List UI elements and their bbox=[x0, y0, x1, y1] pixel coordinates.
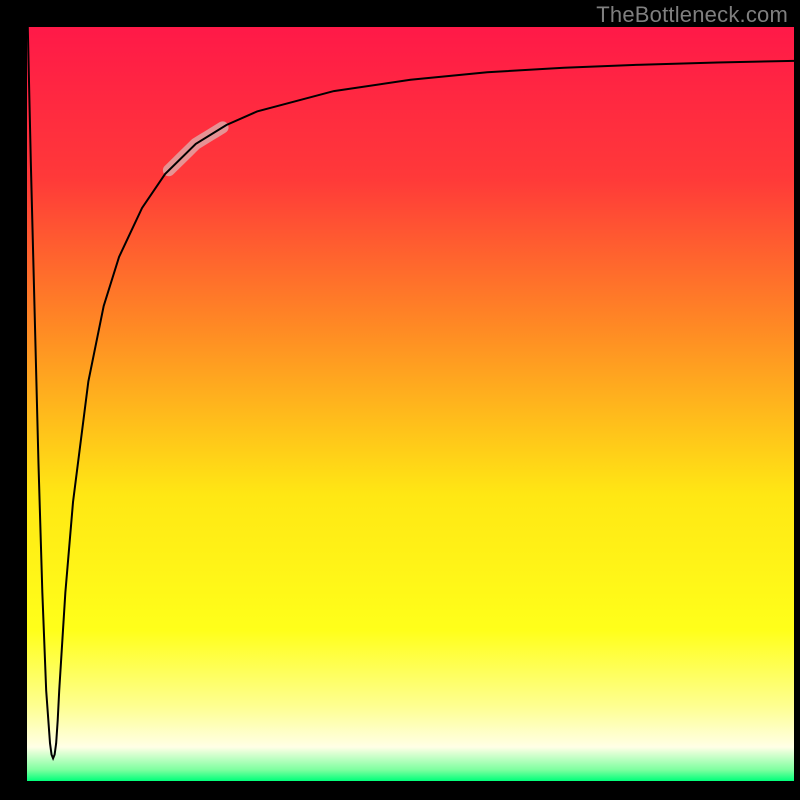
chart-frame: TheBottleneck.com bbox=[0, 0, 800, 800]
curve-line bbox=[27, 27, 794, 781]
plot-area bbox=[27, 27, 794, 781]
attribution-text: TheBottleneck.com bbox=[596, 2, 788, 28]
